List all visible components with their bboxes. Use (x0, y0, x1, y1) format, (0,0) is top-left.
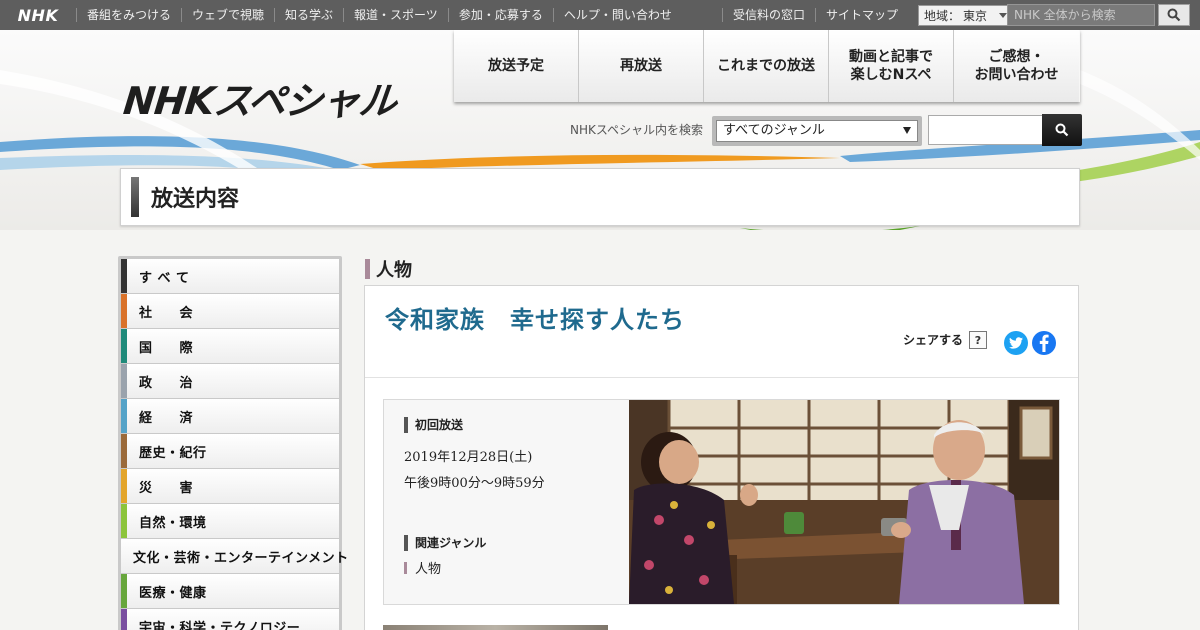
global-nav-learn[interactable]: 知る学ぶ (274, 8, 343, 22)
region-value: 東京 (963, 8, 988, 23)
share-label: シェアする (903, 333, 964, 347)
program-title: 令和家族 幸せ探す人たち (385, 306, 685, 334)
program-logo[interactable]: NHKスペシャル (121, 70, 399, 125)
genre-color-swatch (121, 469, 127, 503)
chevron-down-icon (999, 12, 1008, 18)
genre-sidebar: す べ て 社 会 国 際 政 治 経 済 歴史・紀行 災 害 自然・環境 文化… (118, 256, 348, 630)
genre-item-history[interactable]: 歴史・紀行 (121, 434, 339, 468)
genre-label: 災 害 (139, 480, 194, 496)
genre-label: 経 済 (139, 410, 194, 426)
broadcast-info-card: 初回放送 2019年12月28日(土) 午後9時00分～9時59分 関連ジャンル… (383, 399, 1060, 605)
genre-select[interactable]: すべてのジャンル (712, 116, 922, 146)
genre-label: 政 治 (139, 375, 194, 391)
global-nav-watch-web[interactable]: ウェブで視聴 (181, 8, 274, 22)
next-program-thumbnail[interactable] (383, 625, 608, 630)
related-genre-link[interactable]: 人物 (404, 558, 441, 577)
nav-schedule[interactable]: 放送予定 (454, 30, 579, 102)
genre-heading-mark (365, 259, 370, 279)
genre-item-politics[interactable]: 政 治 (121, 364, 339, 398)
label-accent (404, 416, 408, 433)
divider (365, 377, 1078, 378)
genre-color-swatch (121, 259, 127, 293)
global-search-button[interactable] (1158, 4, 1190, 26)
twitter-share-button[interactable] (1004, 331, 1028, 355)
genre-color-swatch (121, 434, 127, 468)
genre-color-swatch (121, 504, 127, 538)
genre-color-swatch (121, 574, 127, 608)
site-search-input[interactable] (928, 115, 1044, 145)
share-help-button[interactable]: ? (969, 331, 987, 349)
global-nav-bar: NHK 番組をみつける ウェブで視聴 知る学ぶ 報道・スポーツ 参加・応募する … (0, 0, 1200, 30)
genre-heading: 人物 (365, 256, 412, 282)
genre-label: 医療・健康 (139, 585, 207, 601)
nav-rebroadcast[interactable]: 再放送 (579, 30, 704, 102)
genre-color-swatch (121, 294, 127, 328)
global-nav-help[interactable]: ヘルプ・問い合わせ (552, 8, 682, 22)
genre-label: す べ て (139, 270, 190, 286)
nav-past-broadcasts[interactable]: これまでの放送 (704, 30, 829, 102)
nhk-logo[interactable]: NHK (0, 0, 76, 30)
twitter-icon (1009, 337, 1023, 349)
broadcast-info: 初回放送 2019年12月28日(土) 午後9時00分～9時59分 関連ジャンル… (384, 400, 629, 604)
genre-item-nature[interactable]: 自然・環境 (121, 504, 339, 538)
genre-label: 宇宙・科学・テクノロジー (139, 620, 301, 630)
genre-select-field[interactable]: すべてのジャンル (716, 120, 918, 142)
first-broadcast-label: 初回放送 (404, 416, 463, 433)
genre-item-economy[interactable]: 経 済 (121, 399, 339, 433)
program-photo (629, 400, 1059, 604)
region-select[interactable]: 地域： 東京 (918, 4, 1013, 26)
global-nav-right: 受信料の窓口 サイトマップ 地域： 東京 (722, 0, 1013, 30)
site-search-button[interactable] (1042, 114, 1082, 146)
site-search-label: NHKスペシャル内を検索 (570, 123, 704, 137)
search-icon (1167, 8, 1181, 22)
genre-item-disaster[interactable]: 災 害 (121, 469, 339, 503)
region-label: 地域： (924, 8, 961, 23)
genre-heading-text: 人物 (376, 260, 412, 281)
genre-item-all[interactable]: す べ て (121, 259, 339, 293)
genre-label: 社 会 (139, 305, 194, 321)
genre-select-value: すべてのジャンル (723, 123, 825, 138)
genre-label: 自然・環境 (139, 515, 207, 531)
related-genre-text: 人物 (415, 562, 442, 577)
page-title: 放送内容 (151, 187, 240, 212)
genre-item-culture[interactable]: 文化・芸術・エンターテインメント (121, 539, 348, 573)
genre-item-international[interactable]: 国 際 (121, 329, 339, 363)
broadcast-date: 2019年12月28日(土) (404, 450, 533, 465)
global-nav-sitemap[interactable]: サイトマップ (815, 8, 908, 22)
genre-item-medical[interactable]: 医療・健康 (121, 574, 339, 608)
genre-item-society[interactable]: 社 会 (121, 294, 339, 328)
chevron-down-icon (903, 127, 911, 134)
global-search-input[interactable]: NHK 全体から検索 (1007, 4, 1155, 26)
page-title-accent (131, 177, 139, 217)
global-nav: 番組をみつける ウェブで視聴 知る学ぶ 報道・スポーツ 参加・応募する ヘルプ・… (76, 0, 682, 30)
related-genre-label: 関連ジャンル (404, 534, 486, 551)
genre-label: 歴史・紀行 (139, 445, 207, 461)
genre-item-science[interactable]: 宇宙・科学・テクノロジー (121, 609, 339, 630)
broadcast-time: 午後9時00分～9時59分 (404, 476, 545, 491)
genre-color-swatch (121, 364, 127, 398)
genre-color-swatch (121, 609, 127, 630)
facebook-share-button[interactable] (1032, 331, 1056, 355)
related-genre-label-text: 関連ジャンル (415, 536, 487, 550)
label-accent (404, 534, 408, 551)
global-nav-fee[interactable]: 受信料の窓口 (722, 8, 815, 22)
program-detail: 令和家族 幸せ探す人たち シェアする ? 初回放送 2019年12月28日(土)… (364, 285, 1079, 630)
program-nav: 放送予定 再放送 これまでの放送 動画と記事で 楽しむNスペ ご感想・ お問い合… (454, 30, 1080, 102)
genre-label: 国 際 (139, 340, 194, 356)
search-icon (1055, 123, 1069, 137)
global-nav-news-sports[interactable]: 報道・スポーツ (343, 8, 448, 22)
first-broadcast-label-text: 初回放送 (415, 418, 464, 432)
global-nav-participate[interactable]: 参加・応募する (447, 8, 553, 22)
nav-videos-articles[interactable]: 動画と記事で 楽しむNスペ (829, 30, 954, 102)
genre-color-swatch (121, 399, 127, 433)
facebook-icon (1039, 334, 1049, 352)
program-photo-image (629, 400, 1059, 604)
global-nav-find-programs[interactable]: 番組をみつける (76, 8, 181, 22)
page-title-box: 放送内容 (120, 168, 1080, 226)
genre-color-swatch (121, 329, 127, 363)
genre-tag-mark (404, 561, 407, 574)
genre-label: 文化・芸術・エンターテインメント (133, 550, 349, 566)
nav-feedback[interactable]: ご感想・ お問い合わせ (954, 30, 1079, 102)
